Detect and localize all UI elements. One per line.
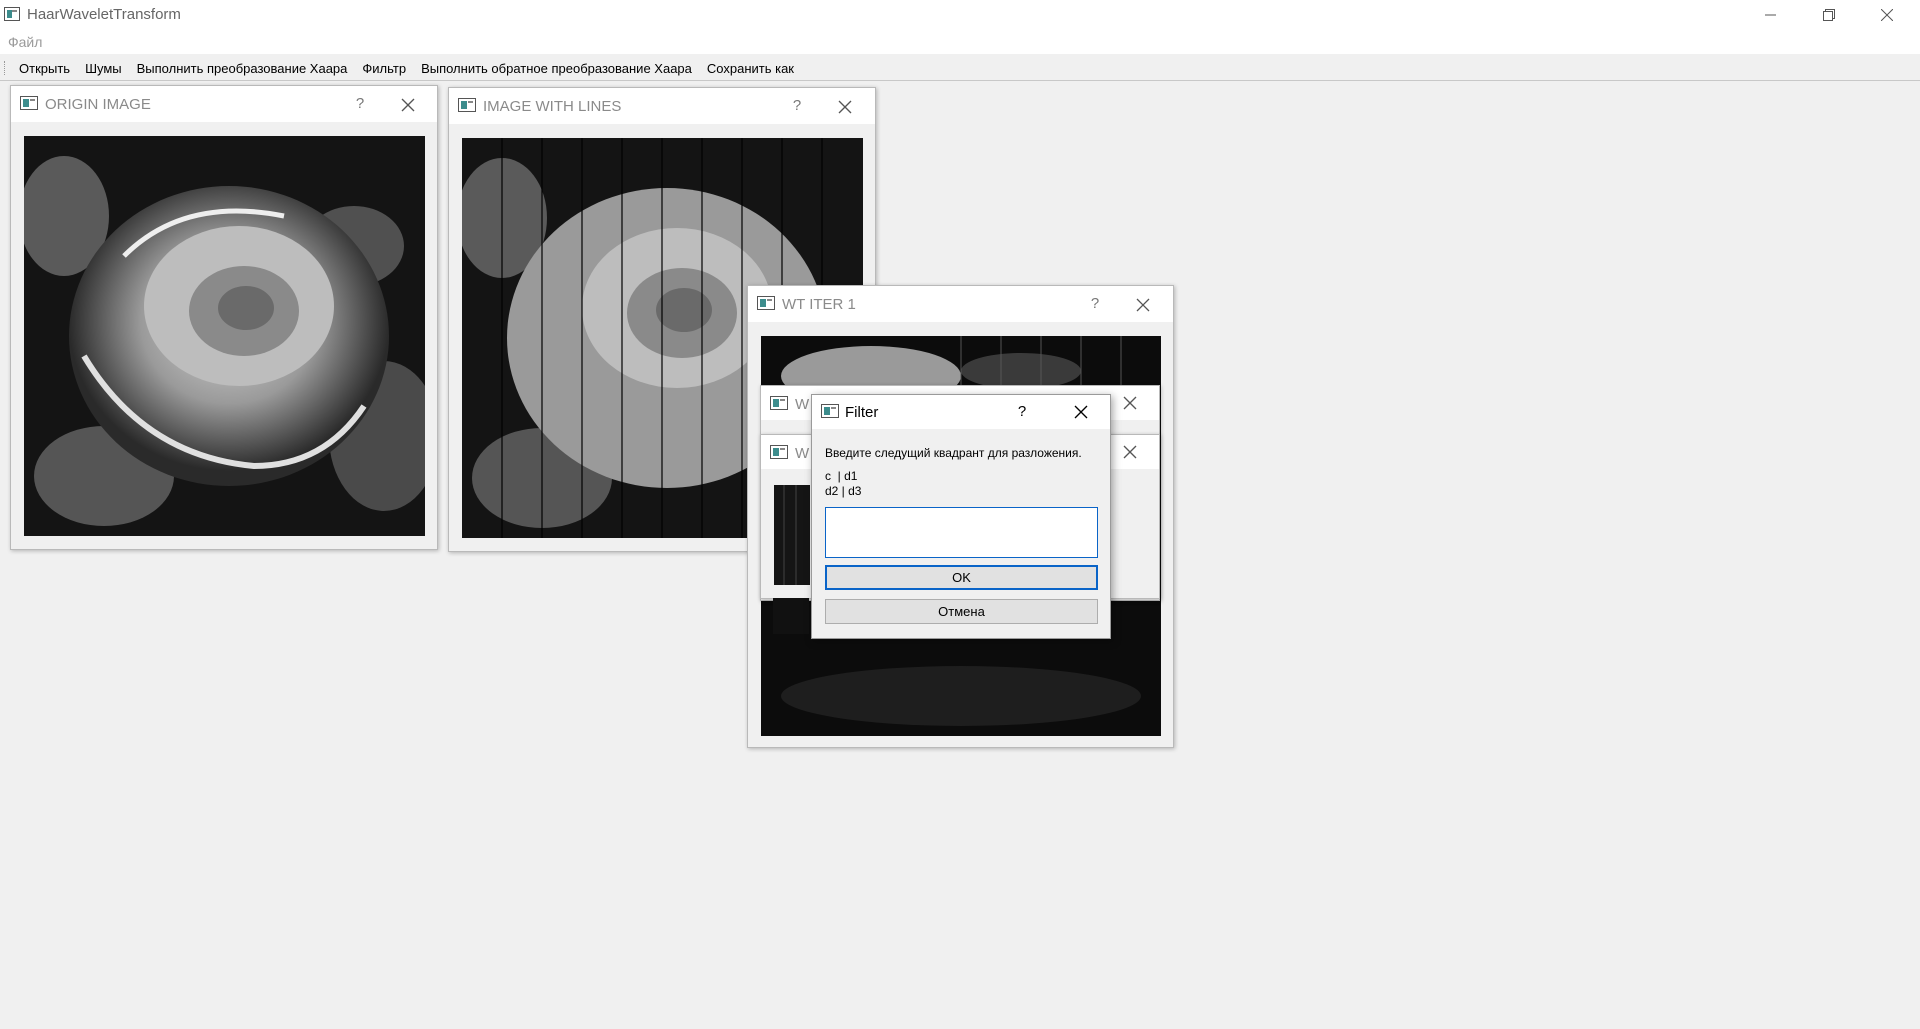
close-icon [1074,405,1088,419]
filter-dialog-titlebar[interactable]: Filter ? [812,395,1110,429]
origin-image-window: ORIGIN IMAGE ? [10,85,438,550]
wavelet-detail-image [774,485,810,585]
app-title: HaarWaveletTransform [27,6,181,23]
close-icon [1123,396,1137,410]
window-title: W [795,396,810,413]
close-icon [1881,9,1893,21]
close-button[interactable] [1119,441,1141,463]
filter-dialog: Filter ? Введите следущий квадрант для р… [811,394,1111,639]
dialog-prompt: Введите следущий квадрант для разложения… [825,446,1082,460]
inverse-haar-action[interactable]: Выполнить обратное преобразование Хаара [421,61,692,76]
app-window-icon [4,7,20,21]
noise-action[interactable]: Шумы [85,61,122,76]
window-title: ORIGIN IMAGE [45,96,151,113]
toolbar: Открыть Шумы Выполнить преобразование Ха… [0,55,1920,81]
close-button[interactable] [834,96,856,118]
cancel-button[interactable]: Отмена [825,599,1098,624]
window-icon [770,396,788,410]
origin-image-titlebar[interactable]: ORIGIN IMAGE ? [11,86,437,122]
window-title: W [795,445,810,462]
window-icon [20,96,38,110]
minimize-icon [1765,14,1776,16]
open-action[interactable]: Открыть [19,61,70,76]
quadrant-input[interactable] [825,507,1098,558]
app-close-button[interactable] [1858,0,1916,30]
save-as-action[interactable]: Сохранить как [707,61,794,76]
window-title: WT ITER 1 [782,296,856,313]
close-icon [1123,445,1137,459]
close-button[interactable] [1070,401,1092,423]
window-icon [458,98,476,112]
toolbar-actions: Открыть Шумы Выполнить преобразование Ха… [19,61,809,76]
close-icon [838,100,852,114]
toolbar-grip-handle[interactable] [4,61,7,75]
window-icon [770,445,788,459]
window-icon [757,296,775,310]
help-button[interactable]: ? [1085,293,1105,315]
menubar: Файл [0,30,1920,54]
close-button[interactable] [397,94,419,116]
origin-image [24,136,425,536]
close-button[interactable] [1132,294,1154,316]
wt-fragment-image [773,598,809,634]
filter-action[interactable]: Фильтр [362,61,406,76]
close-button[interactable] [1119,392,1141,414]
rose-image [24,136,425,536]
wt-iter-1-titlebar[interactable]: WT ITER 1 ? [748,286,1173,322]
close-icon [1136,298,1150,312]
help-button[interactable]: ? [787,95,807,117]
haar-transform-action[interactable]: Выполнить преобразование Хаара [137,61,348,76]
image-with-lines-titlebar[interactable]: IMAGE WITH LINES ? [449,88,875,124]
help-button[interactable]: ? [350,93,370,115]
quadrant-layout-line-1: c | d1 [825,469,858,483]
help-button[interactable]: ? [1012,401,1032,423]
restore-icon [1823,9,1835,21]
dialog-title: Filter [845,404,879,421]
window-title: IMAGE WITH LINES [483,98,622,115]
ok-button[interactable]: OK [825,565,1098,590]
close-icon [401,98,415,112]
app-titlebar: HaarWaveletTransform [0,0,1920,30]
quadrant-layout-line-2: d2 | d3 [825,484,862,498]
window-icon [821,404,839,418]
wt-iter-3-image [774,485,810,585]
minimize-button[interactable] [1742,0,1800,30]
menu-file[interactable]: Файл [8,34,42,50]
restore-button[interactable] [1800,0,1858,30]
